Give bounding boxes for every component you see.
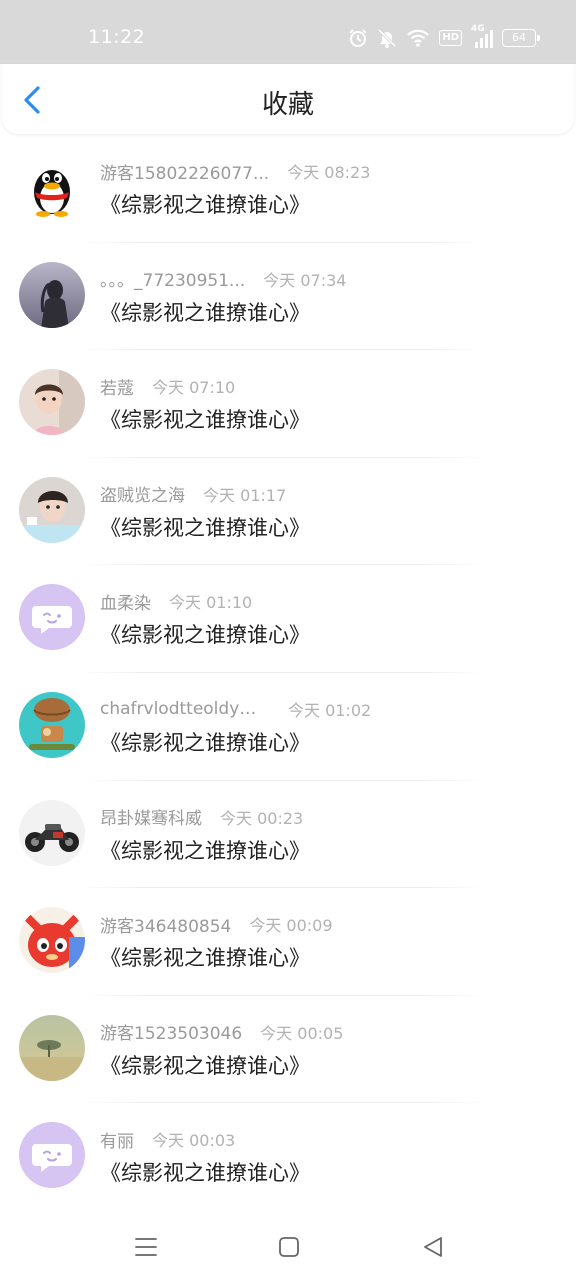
book-title[interactable]: 《综影视之谁撩谁心》: [100, 619, 310, 649]
username: chafrvlodtteoldym...: [100, 698, 270, 719]
timestamp: 今天 00:05: [260, 1023, 344, 1043]
favorite-item[interactable]: 有丽 今天 00:03 《综影视之谁撩谁心》: [0, 1103, 576, 1211]
book-title[interactable]: 《综影视之谁撩谁心》: [100, 727, 310, 757]
book-title[interactable]: 《综影视之谁撩谁心》: [100, 297, 310, 327]
motorcycle-photo-avatar-icon: [19, 799, 85, 866]
avatar[interactable]: [19, 261, 85, 328]
favorite-item[interactable]: 血柔染 今天 01:10 《综影视之谁撩谁心》: [0, 565, 576, 673]
favorite-item[interactable]: 若蔻 今天 07:10 《综影视之谁撩谁心》: [0, 350, 576, 458]
item-meta: chafrvlodtteoldym... 今天 01:02: [100, 697, 371, 721]
default-chat-avatar-icon: [19, 1122, 85, 1189]
timestamp: 今天 00:03: [152, 1131, 236, 1151]
home-square-icon: [279, 1237, 299, 1257]
item-meta: 游客1523503046 今天 00:05: [100, 1020, 344, 1045]
username: 游客1523503046: [100, 1024, 243, 1045]
avatar[interactable]: [19, 907, 85, 974]
timestamp: 今天 01:02: [288, 700, 372, 720]
avatar[interactable]: [19, 584, 85, 651]
book-title[interactable]: 《综影视之谁撩谁心》: [100, 189, 310, 219]
username: 盗贼览之海: [100, 486, 185, 507]
item-meta: 游客346480854 今天 00:09: [100, 912, 333, 937]
status-bar: 11:22 HD 4G 64: [0, 0, 576, 64]
favorite-item[interactable]: 游客15802226077... 今天 08:23 《综影视之谁撩谁心》: [0, 135, 576, 243]
avatar[interactable]: [19, 369, 85, 436]
avatar[interactable]: [19, 799, 85, 866]
default-chat-avatar-icon: [19, 584, 85, 651]
boy-photo-avatar-icon: [19, 476, 85, 543]
red-fox-cartoon-avatar-icon: [19, 907, 85, 974]
back-triangle-icon: [424, 1237, 442, 1257]
book-title[interactable]: 《综影视之谁撩谁心》: [100, 404, 310, 434]
item-meta: 昂卦媒骞科威 今天 00:23: [100, 805, 304, 830]
username: 若蔻: [100, 378, 134, 399]
menu-icon: [135, 1238, 157, 1256]
child-photo-avatar-icon: [19, 369, 85, 436]
wifi-icon: [406, 28, 430, 48]
username: 昂卦媒骞科威: [100, 809, 202, 830]
timestamp: 今天 01:10: [169, 593, 253, 613]
status-icons: HD 4G 64: [348, 24, 540, 52]
avatar[interactable]: [19, 1122, 85, 1189]
menu-button[interactable]: [131, 1232, 161, 1262]
favorite-item[interactable]: 。。。_77230951... 今天 07:34 《综影视之谁撩谁心》: [0, 243, 576, 351]
status-time: 11:22: [88, 26, 146, 48]
item-meta: 若蔻 今天 07:10: [100, 374, 236, 399]
favorite-item[interactable]: 昂卦媒骞科威 今天 00:23 《综影视之谁撩谁心》: [0, 781, 576, 889]
item-meta: 。。。_77230951... 今天 07:34: [100, 267, 347, 292]
signal-icon: 4G: [471, 24, 493, 50]
item-meta: 有丽 今天 00:03: [100, 1127, 236, 1152]
username: 游客15802226077...: [100, 163, 270, 184]
favorite-item[interactable]: 游客1523503046 今天 00:05 《综影视之谁撩谁心》: [0, 996, 576, 1104]
alarm-icon: [348, 28, 368, 48]
battery-icon: 64: [502, 29, 540, 47]
item-meta: 血柔染 今天 01:10: [100, 589, 253, 614]
item-meta: 游客15802226077... 今天 08:23: [100, 159, 371, 184]
timestamp: 今天 00:23: [220, 808, 304, 828]
username: 。。。_77230951...: [100, 271, 246, 292]
girl-photo-avatar-icon: [19, 261, 85, 328]
username: 有丽: [100, 1131, 134, 1152]
username: 血柔染: [100, 593, 151, 614]
page-title: 收藏: [261, 90, 314, 120]
avatar[interactable]: [19, 1014, 85, 1081]
book-title[interactable]: 《综影视之谁撩谁心》: [100, 1157, 310, 1187]
favorites-list: 游客15802226077... 今天 08:23 《综影视之谁撩谁心》 。。。…: [0, 135, 576, 1211]
timestamp: 今天 08:23: [287, 163, 371, 182]
timestamp: 今天 00:09: [249, 916, 333, 936]
home-button[interactable]: [274, 1232, 304, 1262]
avatar[interactable]: [19, 154, 85, 220]
header: 收藏: [2, 64, 574, 134]
timestamp: 今天 01:17: [203, 485, 287, 505]
mute-bell-icon: [377, 28, 397, 48]
item-meta: 盗贼览之海 今天 01:17: [100, 482, 287, 507]
avatar[interactable]: [19, 476, 85, 543]
hd-badge: HD: [439, 30, 462, 46]
timestamp: 今天 07:10: [152, 378, 236, 398]
system-back-button[interactable]: [418, 1232, 448, 1262]
book-title[interactable]: 《综影视之谁撩谁心》: [100, 835, 310, 865]
book-title[interactable]: 《综影视之谁撩谁心》: [100, 1050, 310, 1080]
cartoon-balloon-avatar-icon: [19, 691, 85, 758]
favorite-item[interactable]: 盗贼览之海 今天 01:17 《综影视之谁撩谁心》: [0, 458, 576, 566]
favorite-item[interactable]: 游客346480854 今天 00:09 《综影视之谁撩谁心》: [0, 888, 576, 996]
book-title[interactable]: 《综影视之谁撩谁心》: [100, 942, 310, 972]
avatar[interactable]: [19, 691, 85, 758]
timestamp: 今天 07:34: [263, 270, 347, 290]
favorite-item[interactable]: chafrvlodtteoldym... 今天 01:02 《综影视之谁撩谁心》: [0, 673, 576, 781]
landscape-tree-avatar-icon: [19, 1014, 85, 1081]
username: 游客346480854: [100, 916, 232, 937]
book-title[interactable]: 《综影视之谁撩谁心》: [100, 512, 310, 542]
navigation-bar: [0, 1214, 576, 1280]
penguin-avatar-icon: [19, 154, 85, 220]
